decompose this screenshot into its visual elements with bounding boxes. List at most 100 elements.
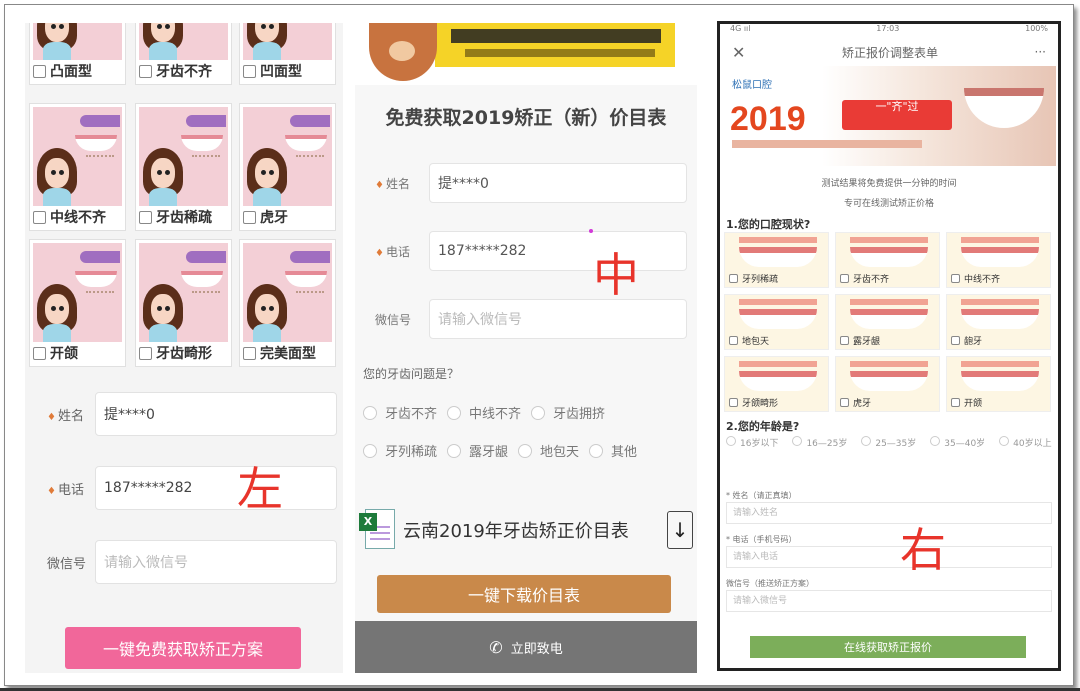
tile-caption-bar [850,237,928,243]
radio-icon[interactable] [861,436,872,446]
problem-option-label: 牙齿稀疏 [139,207,212,227]
girl-avatar-icon [247,23,287,60]
teeth-option[interactable]: 牙齿不齐 [835,232,940,288]
radio-icon[interactable] [792,436,803,446]
tooth-problem-option[interactable]: 露牙龈 [447,441,508,460]
checkbox-icon[interactable] [729,336,738,345]
teeth-option[interactable]: 开颌 [946,356,1051,412]
problem-option[interactable]: 开颌 [29,239,126,367]
checkbox-icon[interactable] [729,398,738,407]
problem-option[interactable]: 牙齿畸形 [135,239,232,367]
phone-input[interactable]: 187*****282 [429,231,687,271]
teeth-option[interactable]: 中线不齐 [946,232,1051,288]
get-plan-button[interactable]: 一键免费获取矫正方案 [65,627,301,669]
checkbox-icon[interactable] [951,274,960,283]
tag-badge [290,251,330,263]
phone-icon: ✆ [489,637,503,657]
r-wechat-label: 微信号（推送矫正方案） [726,579,814,588]
teeth-option[interactable]: 龅牙 [946,294,1051,350]
form-title: 免费获取2019矫正（新）价目表 [385,107,667,129]
r-name-label: * 姓名（请正真填） [726,491,797,500]
caption-lines [296,155,324,167]
tag-badge [290,115,330,127]
radio-icon[interactable] [363,443,377,458]
teeth-option-label: 露牙龈 [840,334,880,347]
radio-icon[interactable] [518,443,533,458]
teeth-option[interactable]: 露牙龈 [835,294,940,350]
checkbox-icon[interactable] [840,336,849,345]
teeth-icon [961,309,1039,329]
age-option[interactable]: 35—40岁 [930,436,985,449]
age-option[interactable]: 16—25岁 [792,436,847,449]
checkbox-icon[interactable] [951,398,960,407]
tooth-problem-option[interactable]: 中线不齐 [447,403,521,422]
right-marker: 右 [900,523,946,577]
name-input[interactable]: 提****0 [429,163,687,203]
radio-icon[interactable] [447,443,462,458]
checkbox-icon[interactable] [33,346,46,360]
nav-title: 矫正报价调整表单 [841,45,938,60]
teeth-option[interactable]: 虎牙 [835,356,940,412]
more-icon[interactable]: ··· [1035,45,1046,59]
radio-icon[interactable] [726,436,736,446]
problem-option-label: 完美面型 [243,343,316,363]
close-icon[interactable]: ✕ [732,43,745,62]
r-wechat-input[interactable]: 请输入微信号 [726,590,1052,612]
phone-input[interactable]: 187*****282 [95,466,337,510]
wechat-input[interactable]: 请输入微信号 [95,540,337,584]
radio-icon[interactable] [531,405,546,420]
radio-icon[interactable] [999,436,1010,446]
checkbox-icon[interactable] [840,274,849,283]
radio-icon[interactable] [589,443,604,458]
problem-option[interactable]: 虎牙 [239,103,336,231]
name-input[interactable]: 提****0 [95,392,337,436]
age-option[interactable]: 40岁以上 [999,436,1052,449]
teeth-option[interactable]: 地包天 [724,294,829,350]
problem-option-label: 牙齿不齐 [139,61,212,81]
problem-option[interactable]: 牙齿稀疏 [135,103,232,231]
get-quote-button[interactable]: 在线获取矫正报价 [750,636,1026,658]
teeth-option[interactable]: 牙颌畸形 [724,356,829,412]
download-arrow-icon[interactable]: ↓ [667,511,693,549]
problem-option[interactable]: 凸面型 [29,23,126,85]
call-bar[interactable]: ✆ 立即致电 [355,621,697,673]
intro-line-1: 测试结果将免费提供一分钟的时间 [821,179,957,189]
tooth-problem-option[interactable]: 牙齿拥挤 [531,403,605,422]
checkbox-icon[interactable] [243,346,256,360]
problem-option[interactable]: 凹面型 [239,23,336,85]
r-name-input[interactable]: 请输入姓名 [726,502,1052,524]
problem-option[interactable]: 完美面型 [239,239,336,367]
download-price-button[interactable]: 一键下载价目表 [377,575,671,613]
radio-icon[interactable] [447,405,462,420]
checkbox-icon[interactable] [840,398,849,407]
checkbox-icon[interactable] [33,64,46,78]
r-phone-input[interactable]: 请输入电话 [726,546,1052,568]
age-option[interactable]: 25—35岁 [861,436,916,449]
tooth-problem-option[interactable]: 牙列稀疏 [363,441,437,460]
problem-option[interactable]: 中线不齐 [29,103,126,231]
face-illustration [139,243,228,342]
tooth-problem-option[interactable]: 其他 [589,441,637,460]
radio-icon[interactable] [930,436,941,446]
problem-option[interactable]: 牙齿不齐 [135,23,232,85]
checkbox-icon[interactable] [139,346,152,360]
teeth-option[interactable]: 牙列稀疏 [724,232,829,288]
tooth-problem-option[interactable]: 地包天 [518,441,579,460]
tile-caption-bar [739,237,817,243]
teeth-icon [285,271,327,287]
price-file[interactable]: X 云南2019年牙齿矫正价目表 ↓ [359,505,693,555]
radio-icon[interactable] [363,405,377,420]
checkbox-icon[interactable] [33,210,46,224]
checkbox-icon[interactable] [139,210,152,224]
tooth-problem-option[interactable]: 牙齿不齐 [363,403,437,422]
checkbox-icon[interactable] [243,64,256,78]
checkbox-icon[interactable] [243,210,256,224]
r-phone-row: * 电话（手机号码） 请输入电话 [726,534,1052,568]
checkbox-icon[interactable] [729,274,738,283]
middle-marker: 中 [593,248,639,302]
checkbox-icon[interactable] [139,64,152,78]
wechat-label: 微信号 [375,312,412,327]
wechat-input[interactable]: 请输入微信号 [429,299,687,339]
age-option[interactable]: 16岁以下 [726,436,778,449]
checkbox-icon[interactable] [951,336,960,345]
